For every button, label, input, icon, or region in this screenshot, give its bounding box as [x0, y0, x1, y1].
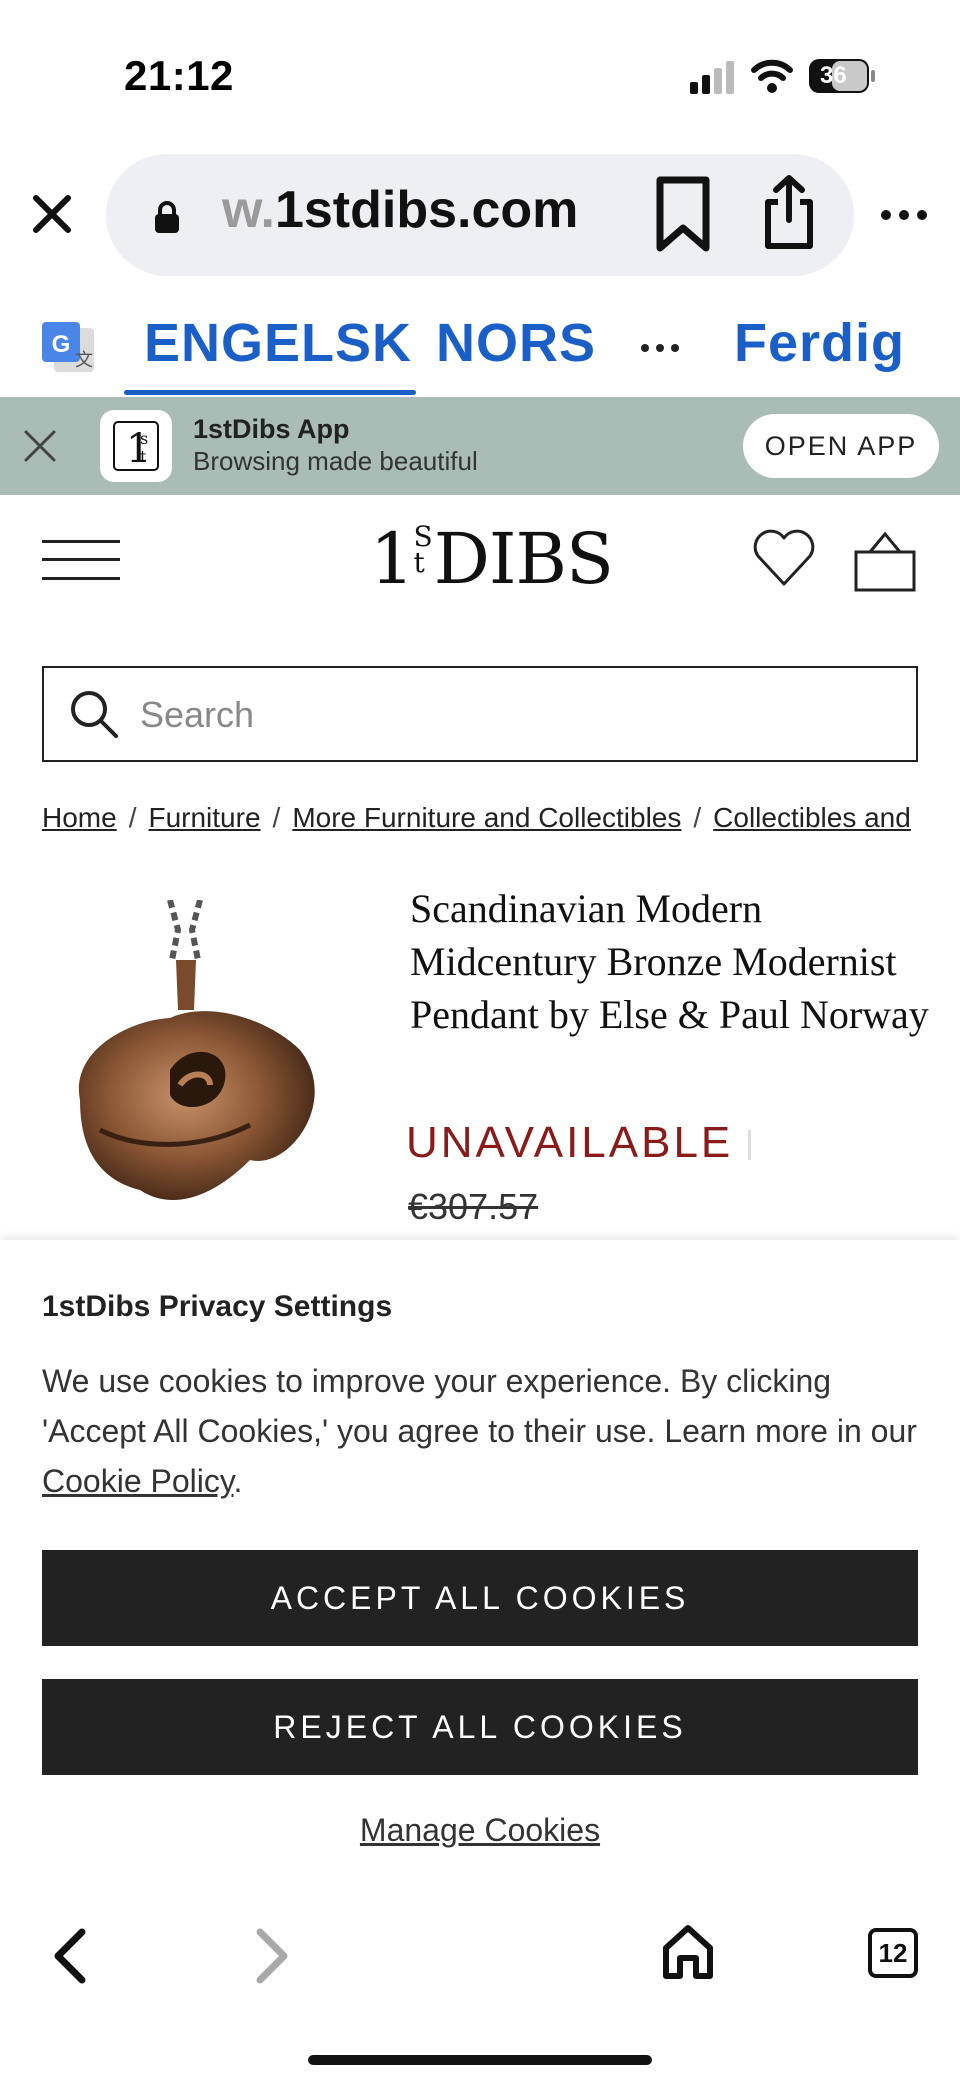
svg-text:文: 文 — [75, 350, 93, 371]
logo-dibs: DIBS — [433, 518, 614, 600]
menu-icon[interactable] — [42, 538, 120, 582]
cookie-policy-link[interactable]: Cookie Policy — [42, 1463, 233, 1499]
tabs-button[interactable]: 12 — [868, 1928, 918, 1978]
shopping-bag-icon[interactable] — [852, 530, 918, 592]
share-icon[interactable] — [762, 174, 816, 250]
lock-icon — [155, 201, 179, 233]
svg-text:t: t — [140, 447, 147, 466]
manage-cookies-link[interactable]: Manage Cookies — [0, 1812, 960, 1849]
accept-cookies-button[interactable]: ACCEPT ALL COOKIES — [42, 1550, 918, 1646]
search-icon — [71, 691, 118, 738]
open-app-button[interactable]: OPEN APP — [743, 414, 939, 478]
breadcrumb-collectibles[interactable]: Collectibles and — [713, 802, 911, 833]
breadcrumb-home[interactable]: Home — [42, 802, 117, 833]
more-icon[interactable] — [880, 208, 928, 222]
status-divider — [748, 1130, 751, 1160]
cookie-body-text: We use cookies to improve your experienc… — [42, 1363, 917, 1449]
home-indicator — [308, 2055, 652, 2065]
banner-title: 1stDibs App — [193, 414, 350, 444]
bookmark-icon[interactable] — [652, 176, 714, 252]
battery-icon: 36 — [808, 58, 876, 94]
app-logo: 1 s t — [100, 410, 172, 482]
availability-status: UNAVAILABLE — [406, 1118, 734, 1167]
back-icon[interactable] — [48, 1926, 90, 1986]
banner-subtitle: Browsing made beautiful — [193, 446, 478, 476]
search-input[interactable] — [140, 690, 880, 740]
breadcrumb-furniture[interactable]: Furniture — [148, 802, 260, 833]
close-banner-icon[interactable] — [22, 428, 58, 464]
url-text[interactable]: w.1stdibs.com — [222, 180, 578, 240]
cookie-body: We use cookies to improve your experienc… — [42, 1356, 922, 1506]
product-title: Scandinavian Modern Midcentury Bronze Mo… — [410, 886, 929, 1037]
breadcrumb-separator: / — [693, 802, 702, 833]
tab-source-language[interactable]: ENGELSK — [144, 312, 412, 374]
breadcrumb: Home / Furniture / More Furniture and Collec… — [42, 802, 918, 842]
close-icon[interactable] — [28, 190, 76, 238]
done-button[interactable]: Ferdig — [734, 312, 905, 374]
cellular-signal-icon — [690, 61, 734, 94]
svg-text:G: G — [52, 331, 71, 358]
reject-cookies-button[interactable]: REJECT ALL COOKIES — [42, 1679, 918, 1775]
forward-icon[interactable] — [252, 1926, 294, 1986]
more-languages-icon[interactable] — [640, 342, 680, 354]
breadcrumb-separator: / — [272, 802, 281, 833]
breadcrumb-more-furniture[interactable]: More Furniture and Collectibles — [292, 802, 681, 833]
battery-percent: 36 — [820, 62, 847, 89]
wifi-icon — [751, 59, 793, 93]
url-faded: w. — [222, 181, 275, 239]
home-icon[interactable] — [660, 1922, 716, 1982]
status-time: 21:12 — [124, 52, 234, 99]
url-domain: 1stdibs.com — [274, 181, 579, 239]
tab-target-language[interactable]: NORS — [436, 312, 596, 374]
svg-text:s: s — [140, 429, 148, 448]
logo-one: 1 — [370, 518, 415, 600]
product-price: €307.57 — [408, 1186, 539, 1227]
breadcrumb-separator: / — [128, 802, 137, 833]
page: 21:12 36 w.1stdibs.com G 文 ENGELSK NORS … — [0, 0, 960, 2087]
active-tab-indicator — [124, 390, 416, 395]
site-logo[interactable]: 1 St DIBS — [370, 518, 614, 600]
logo-sub: t — [413, 546, 425, 579]
cookie-body-end: . — [233, 1463, 243, 1499]
favorites-icon[interactable] — [752, 528, 816, 588]
google-translate-icon: G 文 — [42, 322, 94, 372]
product-image[interactable] — [60, 900, 350, 1220]
cookie-title: 1stDibs Privacy Settings — [42, 1290, 393, 1323]
